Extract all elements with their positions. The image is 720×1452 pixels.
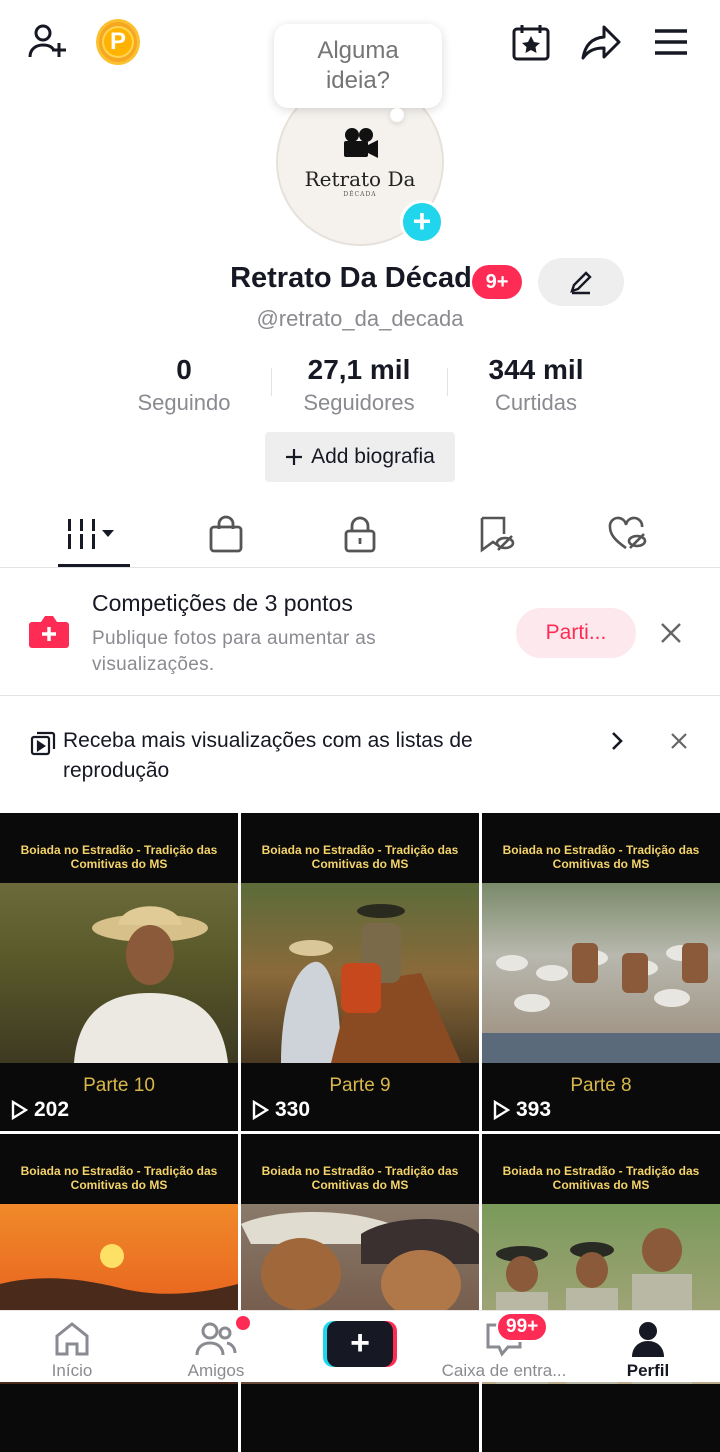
tab-liked[interactable]	[556, 506, 700, 562]
video-caption: Boiada no Estradão - Tradição das Comiti…	[20, 843, 218, 871]
heart-eye-icon	[608, 516, 647, 550]
notification-badge[interactable]: 9+	[472, 265, 522, 299]
shopping-bag-icon	[209, 515, 243, 553]
play-icon	[252, 1100, 269, 1120]
add-bio-label: Add biografia	[311, 445, 435, 468]
video-thumbnail[interactable]: Boiada no Estradão - Tradição das Comiti…	[482, 813, 720, 1131]
view-count-value: 330	[275, 1098, 311, 1121]
calendar-star-icon[interactable]	[509, 20, 553, 64]
video-part-label: Parte 8	[570, 1075, 632, 1096]
friends-icon	[195, 1322, 237, 1356]
promo-description: Publique fotos para aumentar as visualiz…	[92, 628, 376, 675]
video-part-label: Parte 9	[329, 1075, 391, 1096]
add-avatar-button[interactable]: +	[400, 200, 444, 244]
menu-icon[interactable]	[649, 20, 693, 64]
stat-label: Seguidores	[303, 390, 415, 415]
close-promo-icon[interactable]	[656, 618, 686, 648]
video-thumbnail[interactable]: Boiada no Estradão - Tradição das Comiti…	[241, 813, 479, 1131]
video-caption: Boiada no Estradão - Tradição das Comiti…	[502, 843, 700, 871]
play-icon	[493, 1100, 510, 1120]
coins-icon[interactable]: P	[96, 19, 140, 65]
video-caption: Boiada no Estradão - Tradição das Comiti…	[502, 1164, 700, 1192]
add-bio-button[interactable]: Add biografia	[265, 432, 455, 482]
home-icon	[55, 1322, 89, 1356]
video-scene	[482, 883, 720, 1063]
nav-home-label: Início	[51, 1361, 93, 1380]
video-thumbnail[interactable]: Boiada no Estradão - Tradição das Comiti…	[482, 1134, 720, 1452]
idea-bubble[interactable]: Alguma ideia?	[274, 24, 442, 122]
lock-icon	[344, 516, 376, 553]
video-part-label: Parte 10	[83, 1075, 155, 1096]
create-button[interactable]: +	[323, 1321, 397, 1367]
playlist-promo-text[interactable]: Receba mais visualizações com as listas …	[63, 726, 563, 786]
tab-saved[interactable]	[424, 506, 568, 562]
stat-following[interactable]: 0 Seguindo	[84, 354, 284, 416]
chevron-right-icon[interactable]	[608, 730, 626, 757]
promo-title: Competições de 3 pontos	[92, 590, 353, 616]
bottom-nav: Início Amigos + Caixa de entra... Perfil	[0, 1310, 720, 1382]
avatar-logo-text: Retrato Da	[304, 166, 416, 191]
pencil-icon	[570, 271, 592, 295]
tab-private[interactable]	[288, 506, 432, 562]
profile-icon	[632, 1322, 664, 1357]
stat-likes[interactable]: 344 mil Curtidas	[436, 354, 636, 416]
stat-value: 344 mil	[488, 354, 584, 385]
stat-followers[interactable]: 27,1 mil Seguidores	[259, 354, 459, 416]
video-thumbnail[interactable]: Boiada no Estradão - Tradição das Comiti…	[0, 813, 238, 1131]
view-count: 202	[10, 1098, 69, 1122]
friends-notification-dot	[236, 1316, 250, 1330]
create-plus-icon: +	[327, 1321, 393, 1367]
nav-profile-label: Perfil	[626, 1361, 670, 1380]
close-playlist-icon[interactable]	[664, 726, 694, 756]
tab-shop[interactable]	[154, 506, 298, 562]
view-count: 393	[492, 1098, 551, 1122]
view-count: 330	[251, 1098, 310, 1122]
profile-handle: @retrato_da_decada	[256, 306, 464, 331]
stat-value: 0	[176, 354, 192, 385]
tab-videos[interactable]	[22, 506, 166, 562]
bubble-tail	[390, 108, 404, 122]
edit-profile-button[interactable]	[538, 258, 624, 306]
video-thumbnail[interactable]: Boiada no Estradão - Tradição das Comiti…	[241, 1134, 479, 1452]
add-friend-icon[interactable]	[26, 20, 70, 64]
nav-profile[interactable]: Perfil	[576, 1311, 720, 1383]
video-caption: Boiada no Estradão - Tradição das Comiti…	[261, 1164, 459, 1192]
videos-grid-icon	[68, 519, 114, 549]
play-icon	[11, 1100, 28, 1120]
plus-icon	[286, 449, 303, 465]
video-caption: Boiada no Estradão - Tradição das Comiti…	[20, 1164, 218, 1192]
nav-home[interactable]: Início	[0, 1311, 144, 1383]
share-icon[interactable]	[579, 20, 623, 64]
inbox-badge: 99+	[496, 1312, 549, 1342]
nav-inbox-label: Caixa de entra...	[441, 1361, 567, 1380]
stat-label: Curtidas	[495, 390, 577, 415]
bookmark-eye-icon	[480, 516, 515, 553]
participate-button[interactable]: Parti...	[516, 608, 636, 658]
video-thumbnail[interactable]: Boiada no Estradão - Tradição das Comiti…	[0, 1134, 238, 1452]
stat-value: 27,1 mil	[307, 354, 411, 385]
camera-plus-icon	[29, 616, 69, 648]
view-count-value: 393	[516, 1098, 552, 1121]
video-caption: Boiada no Estradão - Tradição das Comiti…	[261, 843, 459, 871]
idea-bubble-text: Alguma ideia?	[317, 37, 399, 94]
nav-friends[interactable]: Amigos	[144, 1311, 288, 1383]
avatar-logo-sub: DÉCADA	[343, 190, 377, 198]
video-scene	[241, 883, 479, 1063]
camera-logo-icon	[344, 127, 378, 158]
video-scene	[0, 883, 238, 1063]
stat-label: Seguindo	[137, 390, 231, 415]
profile-name: Retrato Da Década	[230, 262, 488, 294]
nav-friends-label: Amigos	[187, 1361, 245, 1380]
view-count-value: 202	[34, 1098, 70, 1121]
promo-icon	[28, 614, 70, 655]
playlist-icon	[30, 730, 56, 761]
nav-create[interactable]: +	[288, 1311, 432, 1383]
